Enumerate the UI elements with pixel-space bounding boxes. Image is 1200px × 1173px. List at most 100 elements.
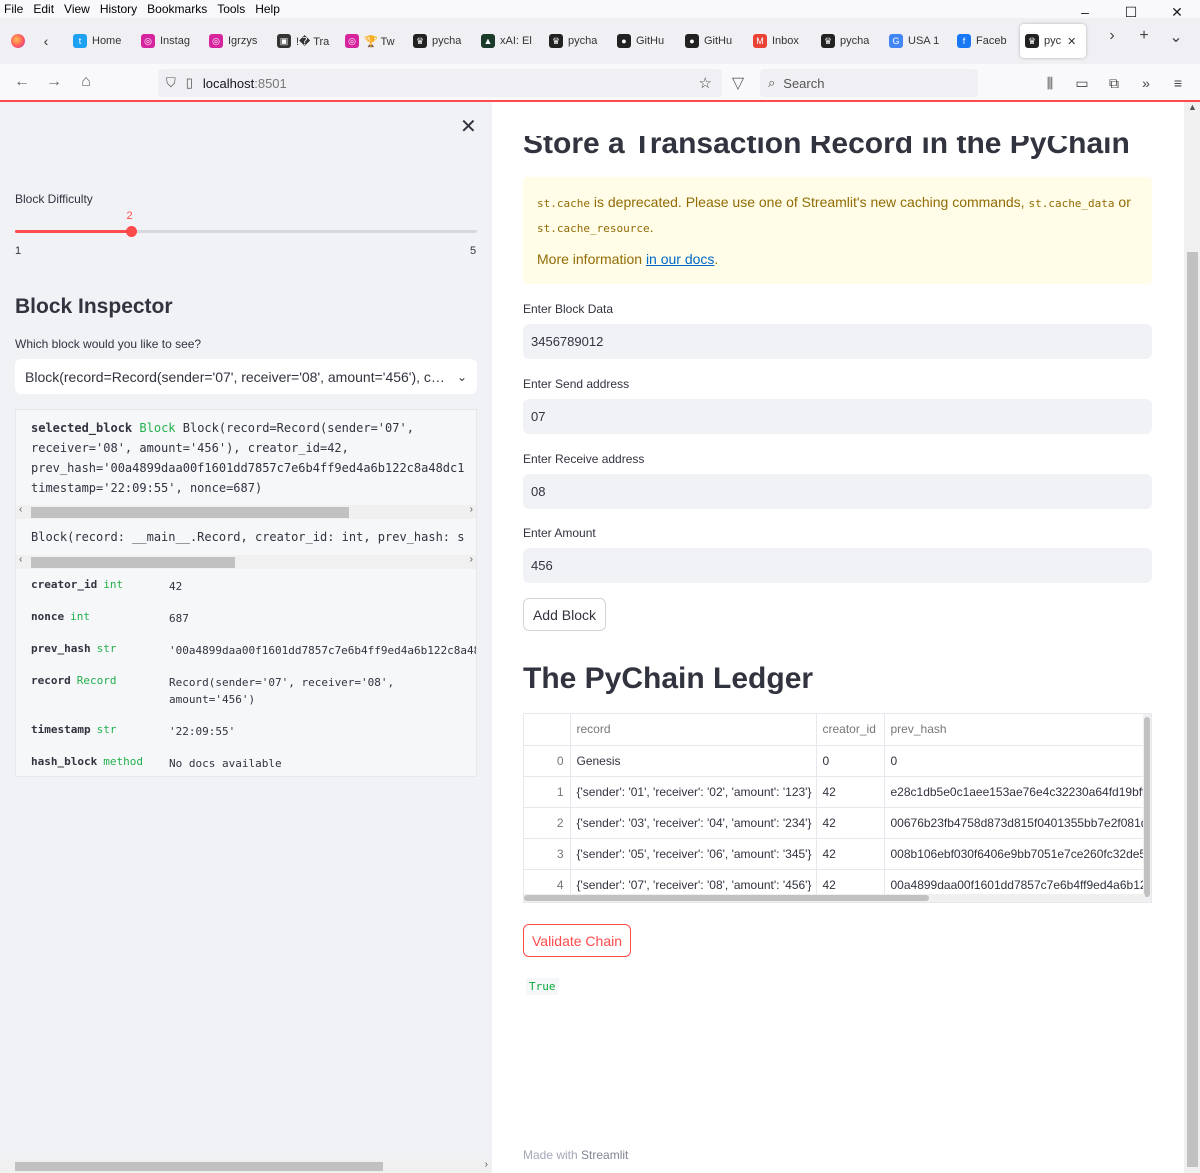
- list-all-tabs-icon[interactable]: ⌄: [1160, 27, 1192, 47]
- browser-tab[interactable]: M Inbox: [748, 24, 812, 58]
- page-vscrollbar[interactable]: ▲: [1184, 102, 1200, 1173]
- warning-text: .: [714, 251, 719, 267]
- library-icon[interactable]: ⫼: [1034, 68, 1066, 98]
- block-data-input[interactable]: 3456789012: [523, 324, 1152, 359]
- back-icon[interactable]: ←: [6, 66, 38, 98]
- add-block-button[interactable]: Add Block: [523, 598, 606, 631]
- scroll-right-icon[interactable]: ›: [470, 554, 473, 565]
- table-cell[interactable]: 00676b23fb4758d873d815f0401355bb7e2f081d…: [884, 807, 1151, 839]
- browser-tab[interactable]: ♛ pyc ✕: [1020, 24, 1086, 58]
- column-header[interactable]: [524, 714, 571, 746]
- browser-tab[interactable]: ▲ xAI: El: [476, 24, 540, 58]
- table-cell[interactable]: 42: [816, 807, 885, 839]
- menu-view[interactable]: View: [64, 2, 90, 16]
- browser-tab[interactable]: ● GitHu: [612, 24, 676, 58]
- browser-tab[interactable]: ◎ Instag: [136, 24, 200, 58]
- scroll-right-icon[interactable]: ›: [485, 1159, 488, 1170]
- browser-tab[interactable]: G USA 1: [884, 24, 948, 58]
- close-tab-icon[interactable]: ✕: [1067, 35, 1076, 48]
- tab-scroll-right-icon[interactable]: ›: [1096, 27, 1128, 47]
- menu-edit[interactable]: Edit: [33, 2, 54, 16]
- new-tab-icon[interactable]: +: [1128, 27, 1160, 47]
- tab-scroll-left-icon[interactable]: ‹: [32, 27, 60, 55]
- app-menu-icon[interactable]: ≡: [1162, 68, 1194, 98]
- browser-tab[interactable]: ♛ pycha: [816, 24, 880, 58]
- menu-history[interactable]: History: [100, 2, 137, 16]
- page-info-icon[interactable]: ▯: [186, 75, 193, 91]
- scroll-right-icon[interactable]: ›: [470, 504, 473, 515]
- table-cell[interactable]: {'sender': '03', 'receiver': '04', 'amou…: [570, 807, 817, 839]
- overflow-icon[interactable]: »: [1130, 68, 1162, 98]
- browser-tab[interactable]: ♛ pycha: [408, 24, 472, 58]
- table-cell[interactable]: 0: [884, 745, 1151, 777]
- tab-label: Home: [92, 35, 122, 47]
- shield-icon[interactable]: ⛉: [166, 75, 176, 91]
- streamlit-link[interactable]: Streamlit: [581, 1148, 628, 1162]
- browser-tab[interactable]: ◎ 🏆 Tw: [340, 24, 404, 58]
- pocket-icon[interactable]: ▽: [722, 67, 754, 99]
- signature-scrollbar[interactable]: ‹ ›: [16, 554, 476, 569]
- slider-thumb[interactable]: [125, 226, 137, 237]
- scroll-thumb[interactable]: [1187, 252, 1198, 1167]
- search-bar[interactable]: ⌕ Search: [760, 69, 978, 97]
- scroll-thumb[interactable]: [524, 895, 929, 901]
- firefox-menu-icon[interactable]: [4, 27, 32, 55]
- browser-tab[interactable]: ◎ Igrzys: [204, 24, 268, 58]
- docs-link[interactable]: in our docs: [646, 251, 714, 267]
- ledger-table[interactable]: record creator_id prev_hash 0 Genesis 0 0 1 {'s…: [523, 713, 1152, 903]
- scroll-thumb[interactable]: [1144, 717, 1150, 897]
- table-cell[interactable]: 42: [816, 776, 885, 808]
- column-header[interactable]: record: [570, 714, 817, 746]
- close-sidebar-icon[interactable]: ✕: [460, 114, 477, 139]
- browser-tab[interactable]: ● GitHu: [680, 24, 744, 58]
- scroll-thumb[interactable]: [31, 507, 349, 518]
- select-label: Which block would you like to see?: [15, 337, 202, 351]
- table-cell[interactable]: 42: [816, 838, 885, 870]
- scroll-thumb[interactable]: [31, 557, 235, 568]
- code-scrollbar[interactable]: ‹ ›: [16, 504, 476, 519]
- table-hscrollbar[interactable]: [524, 894, 1145, 902]
- scroll-left-icon[interactable]: ‹: [19, 504, 22, 515]
- scroll-up-icon[interactable]: ▲: [1188, 102, 1197, 112]
- table-vscrollbar[interactable]: [1143, 714, 1151, 902]
- warning-text: .: [649, 219, 654, 235]
- bookmark-star-icon[interactable]: ☆: [699, 74, 712, 92]
- difficulty-slider[interactable]: [15, 226, 477, 237]
- attribute-name: record Record: [31, 674, 169, 708]
- validate-chain-button[interactable]: Validate Chain: [523, 924, 631, 957]
- url-bar[interactable]: ⛉ ▯ localhost:8501 ☆: [158, 69, 722, 97]
- browser-tab[interactable]: f Faceb: [952, 24, 1016, 58]
- receive-address-input[interactable]: 08: [523, 474, 1152, 509]
- scroll-thumb[interactable]: [15, 1162, 383, 1171]
- menu-file[interactable]: File: [4, 2, 23, 16]
- menu-bookmarks[interactable]: Bookmarks: [147, 2, 207, 16]
- browser-tab[interactable]: ♛ pycha: [544, 24, 608, 58]
- code-line: timestamp='22:09:55', nonce=687): [31, 481, 263, 495]
- table-cell[interactable]: e28c1db5e0c1aee153ae76e4c32230a64fd19bff…: [884, 776, 1151, 808]
- table-cell[interactable]: {'sender': '05', 'receiver': '06', 'amou…: [570, 838, 817, 870]
- table-cell[interactable]: {'sender': '01', 'receiver': '02', 'amou…: [570, 776, 817, 808]
- table-cell[interactable]: 008b106ebf030f6406e9bb7051e7ce260fc32de5…: [884, 838, 1151, 870]
- warning-text: More information: [537, 251, 646, 267]
- browser-tab[interactable]: ▣ !� Tra: [272, 24, 336, 58]
- github-icon: ●: [617, 34, 631, 48]
- sidebar-hscrollbar[interactable]: ›: [0, 1159, 492, 1173]
- validation-result: True: [526, 978, 559, 995]
- extensions-icon[interactable]: ⧉: [1098, 68, 1130, 98]
- attr-type: Record: [76, 674, 117, 687]
- home-icon[interactable]: ⌂: [70, 66, 102, 98]
- amount-input[interactable]: 456: [523, 548, 1152, 583]
- attr-type: method: [103, 755, 143, 768]
- browser-tab[interactable]: t Home: [68, 24, 132, 58]
- scroll-left-icon[interactable]: ‹: [19, 554, 22, 565]
- block-select[interactable]: Block(record=Record(sender='07', receive…: [15, 359, 477, 394]
- forward-icon[interactable]: →: [38, 66, 70, 98]
- menu-help[interactable]: Help: [255, 2, 280, 16]
- sidebar-toggle-icon[interactable]: ▭: [1066, 68, 1098, 98]
- column-header[interactable]: creator_id: [816, 714, 885, 746]
- send-address-input[interactable]: 07: [523, 399, 1152, 434]
- table-cell[interactable]: Genesis: [570, 745, 817, 777]
- menu-tools[interactable]: Tools: [217, 2, 245, 16]
- table-cell[interactable]: 0: [816, 745, 885, 777]
- column-header[interactable]: prev_hash: [884, 714, 1151, 746]
